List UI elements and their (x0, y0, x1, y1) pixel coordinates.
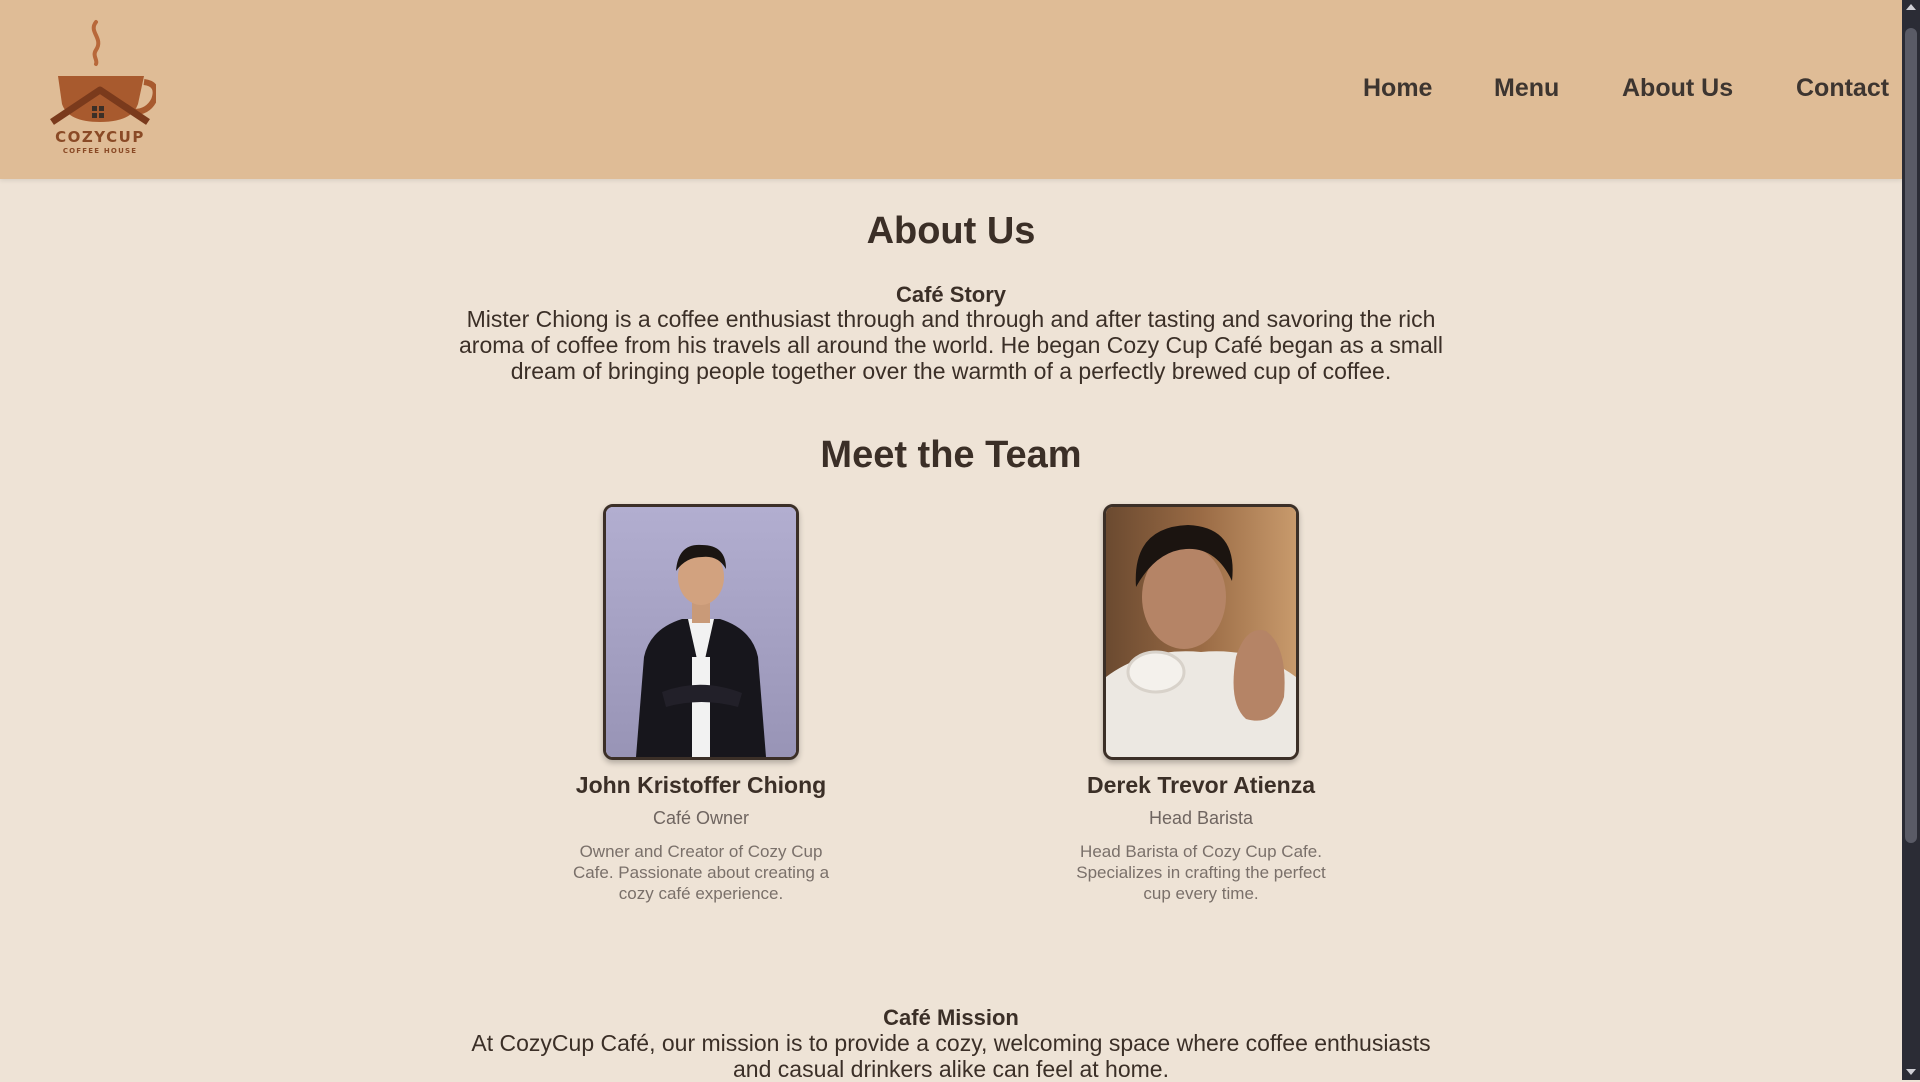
story-text-block: Mister Chiong is a coffee enthusiast thr… (0, 306, 1902, 384)
main-nav: Home Menu About Us Contact (0, 74, 1902, 104)
team-member-card: John Kristoffer Chiong Café Owner Owner … (541, 504, 861, 904)
site-header: COZYCUP COFFEE HOUSE Home Menu About Us … (0, 0, 1902, 179)
member-name: Derek Trevor Atienza (1087, 772, 1315, 798)
member-role: Café Owner (652, 808, 750, 828)
vertical-scrollbar[interactable] (1902, 0, 1920, 1080)
team-member-card: Derek Trevor Atienza Head Barista Head B… (1041, 504, 1361, 904)
nav-home[interactable]: Home (1363, 74, 1432, 103)
story-title: Café Story (895, 282, 1007, 307)
mission-text-block: At CozyCup Café, our mission is to provi… (0, 1030, 1902, 1082)
member-photo (1103, 504, 1299, 760)
person-portrait-image (606, 507, 796, 757)
person-portrait-image (1106, 507, 1296, 757)
mission-text: At CozyCup Café, our mission is to provi… (471, 1030, 1431, 1082)
member-photo (603, 504, 799, 760)
page-title: About Us (866, 210, 1036, 252)
story-text: Mister Chiong is a coffee enthusiast thr… (459, 306, 1443, 384)
scroll-down-arrow-icon[interactable] (1906, 1069, 1916, 1075)
team-title: Meet the Team (820, 434, 1082, 476)
member-bio: Head Barista of Cozy Cup Cafe. Specializ… (1076, 842, 1326, 903)
member-bio: Owner and Creator of Cozy Cup Cafe. Pass… (572, 842, 830, 903)
nav-contact[interactable]: Contact (1796, 74, 1889, 103)
nav-about-us[interactable]: About Us (1622, 74, 1733, 103)
member-role: Head Barista (1148, 808, 1254, 828)
scrollbar-thumb[interactable] (1905, 28, 1917, 843)
member-name: John Kristoffer Chiong (575, 772, 827, 798)
nav-menu[interactable]: Menu (1494, 74, 1559, 103)
mission-title: Café Mission (883, 1005, 1019, 1030)
brand-name: COZYCUP (55, 128, 145, 146)
brand-tagline: COFFEE HOUSE (62, 147, 138, 155)
scroll-up-arrow-icon[interactable] (1906, 4, 1916, 10)
